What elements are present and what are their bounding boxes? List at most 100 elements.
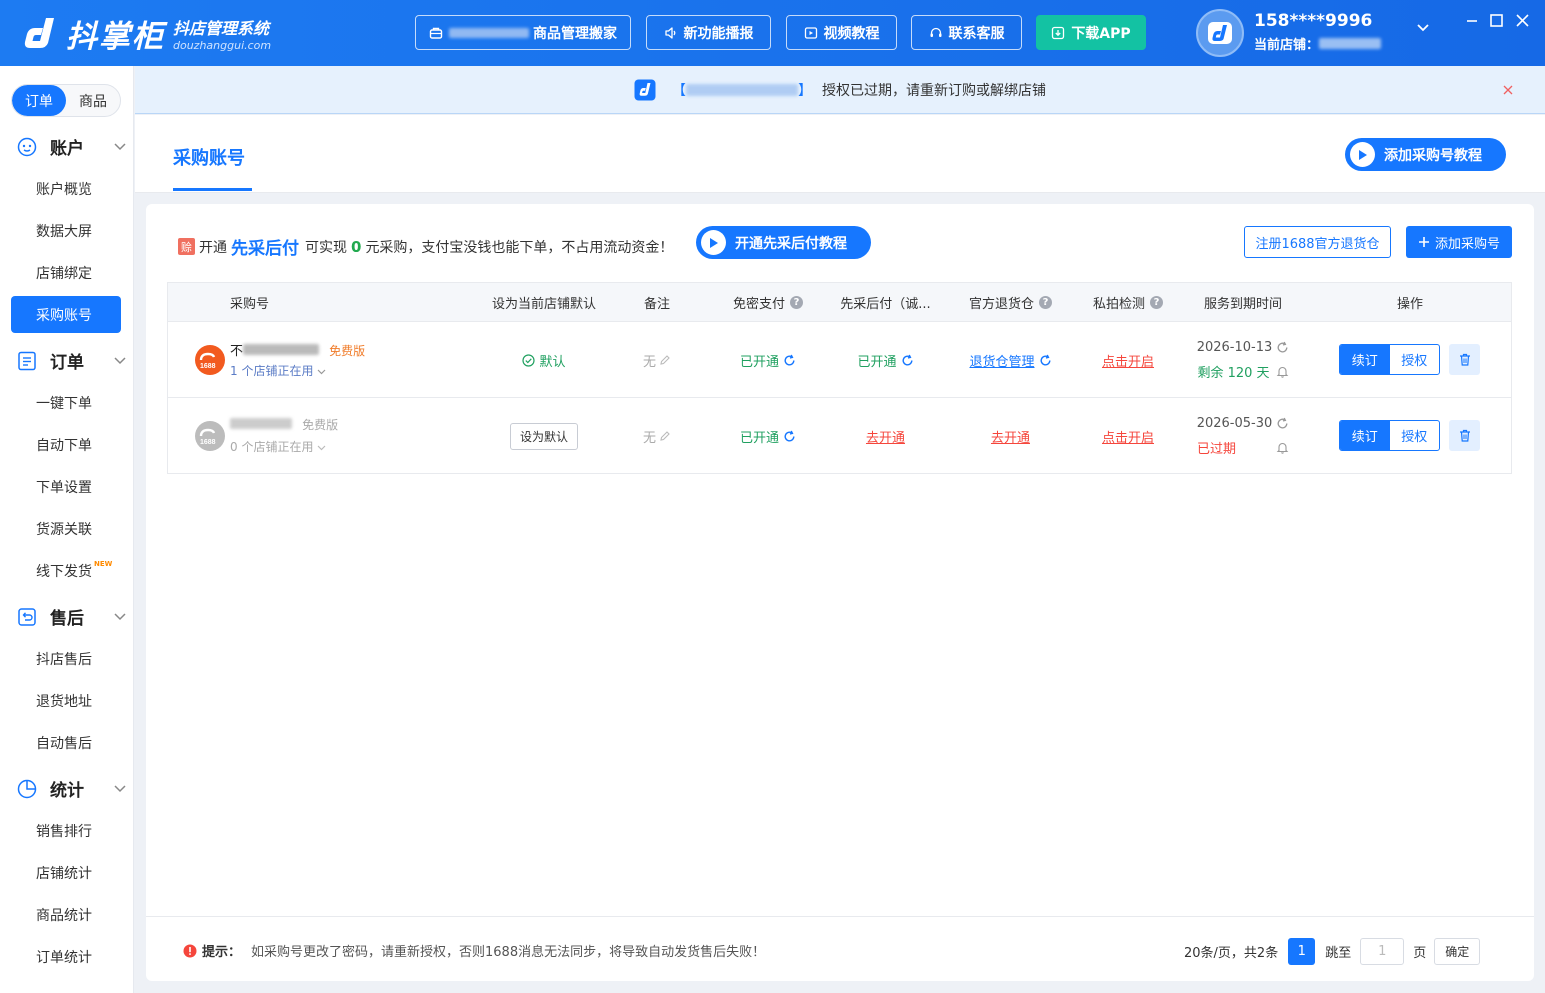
pay-later-promo: 赊 开通 先采后付 可实现 0 元采购，支付宝没钱也能下单，不占用流动资金！ <box>178 234 673 259</box>
sidebar-item-account-overview[interactable]: 账户概览 <box>11 170 121 207</box>
edit-icon[interactable] <box>659 430 671 442</box>
current-store: 当前店铺： <box>1254 34 1382 53</box>
promo-prefix: 开通 <box>199 239 227 256</box>
bell-icon[interactable] <box>1276 365 1289 378</box>
renew-auth-group: 续订 授权 <box>1339 344 1440 375</box>
add-account-tutorial-label: 添加采购号教程 <box>1384 147 1482 164</box>
jump-page-input[interactable]: 1 <box>1360 937 1405 965</box>
sidebar-group-aftersale-label: 售后 <box>50 609 84 629</box>
refresh-icon[interactable] <box>783 430 796 443</box>
sidebar-item-shop-aftersale[interactable]: 抖店售后 <box>11 640 121 677</box>
maximize-icon[interactable] <box>1490 14 1503 27</box>
play-icon <box>1350 142 1375 167</box>
jump-confirm-button[interactable]: 确定 <box>1434 937 1481 965</box>
logo-icon <box>18 13 62 53</box>
remark-cell[interactable]: 无 <box>631 322 683 398</box>
private-detect-cell: 点击开启 <box>1073 322 1183 398</box>
stores-using[interactable]: 1 个店铺正在用 <box>230 362 326 379</box>
remark-cell[interactable]: 无 <box>631 398 683 474</box>
sidebar-group-stats-label: 统计 <box>50 781 84 801</box>
authorize-button[interactable]: 授权 <box>1390 421 1440 450</box>
trash-icon <box>1459 429 1471 442</box>
sidebar-item-purchase-accounts[interactable]: 采购账号 <box>11 296 121 333</box>
sidebar-group-account[interactable]: 账户 <box>16 134 126 159</box>
store-icon <box>429 26 443 40</box>
sidebar-item-product-stats[interactable]: 商品统计 <box>11 896 121 933</box>
help-icon[interactable]: ? <box>790 296 803 309</box>
sidebar-item-offline-shipping[interactable]: 线下发货 NEW <box>11 552 121 589</box>
minimize-icon[interactable] <box>1466 14 1478 26</box>
sidebar-group-aftersale[interactable]: 售后 <box>16 604 126 629</box>
new-badge: NEW <box>94 559 113 568</box>
1688-logo-icon: 1688 <box>195 421 225 451</box>
order-list-icon <box>16 350 38 372</box>
renew-button[interactable]: 续订 <box>1340 421 1390 450</box>
tab-product[interactable]: 商品 <box>66 85 120 116</box>
contact-service-button[interactable]: 联系客服 <box>911 15 1022 50</box>
refresh-icon[interactable] <box>1276 417 1289 430</box>
help-icon[interactable]: ? <box>1150 296 1163 309</box>
account-name: 不 免费版 <box>230 340 365 359</box>
sidebar-item-one-click-order[interactable]: 一键下单 <box>11 384 121 421</box>
sidebar-item-order-settings[interactable]: 下单设置 <box>11 468 121 505</box>
set-default-button[interactable]: 设为默认 <box>509 422 578 450</box>
refresh-icon[interactable] <box>901 354 914 367</box>
sidebar-item-data-screen[interactable]: 数据大屏 <box>11 212 121 249</box>
sidebar-item-return-address[interactable]: 退货地址 <box>11 682 121 719</box>
return-warehouse-activate-link[interactable]: 去开通 <box>991 427 1030 446</box>
sidebar-item-sales-ranking[interactable]: 销售排行 <box>11 812 121 849</box>
sidebar-item-store-binding[interactable]: 店铺绑定 <box>11 254 121 291</box>
delete-button[interactable] <box>1449 344 1480 375</box>
store-logo-icon <box>634 79 656 101</box>
refresh-icon[interactable] <box>1039 354 1052 367</box>
password-free-pay-status: 已开通 <box>713 398 823 474</box>
stores-using[interactable]: 0 个店铺正在用 <box>230 438 326 455</box>
product-move-button[interactable]: 商品管理搬家 <box>415 15 631 50</box>
sidebar-item-auto-aftersale[interactable]: 自动售后 <box>11 724 121 761</box>
video-tutorial-button[interactable]: 视频教程 <box>786 15 897 50</box>
sidebar-item-store-stats[interactable]: 店铺统计 <box>11 854 121 891</box>
sidebar-item-auto-order[interactable]: 自动下单 <box>11 426 121 463</box>
edit-icon[interactable] <box>659 354 671 366</box>
svg-text:1688: 1688 <box>200 439 216 445</box>
pay-later-tutorial-button[interactable]: 开通先采后付教程 <box>696 226 871 259</box>
page-1-button[interactable]: 1 <box>1288 937 1316 965</box>
help-icon[interactable]: ? <box>1039 296 1052 309</box>
sidebar-item-order-stats[interactable]: 订单统计 <box>11 938 121 975</box>
top-bar: 抖掌柜 抖店管理系统 douzhanggui.com 商品管理搬家 新功能播报 … <box>0 0 1545 66</box>
edition-badge: 免费版 <box>302 418 339 432</box>
product-move-label: 商品管理搬家 <box>533 25 617 42</box>
play-icon <box>701 230 726 255</box>
private-detect-enable-link[interactable]: 点击开启 <box>1102 427 1154 446</box>
notice-close-icon[interactable] <box>1503 85 1513 95</box>
add-account-tutorial-button[interactable]: 添加采购号教程 <box>1345 138 1506 171</box>
pay-later-label: 已开通 <box>857 354 897 370</box>
sidebar-group-order[interactable]: 订单 <box>16 348 126 373</box>
tip-text: 如采购号更改了密码，请重新授权，否则1688消息无法同步，将导致自动发货售后失败… <box>251 945 766 960</box>
bell-icon[interactable] <box>1276 441 1289 454</box>
notice-text: 授权已过期，请重新订购或解绑店铺 <box>822 82 1046 99</box>
user-menu-chevron-icon[interactable] <box>1417 24 1429 32</box>
new-features-button[interactable]: 新功能播报 <box>646 15 771 50</box>
renew-button[interactable]: 续订 <box>1340 345 1390 374</box>
sidebar-item-source-link[interactable]: 货源关联 <box>11 510 121 547</box>
add-purchase-account-label: 添加采购号 <box>1434 236 1500 252</box>
main-card: 赊 开通 先采后付 可实现 0 元采购，支付宝没钱也能下单，不占用流动资金！ 开… <box>146 204 1534 981</box>
sidebar-group-stats[interactable]: 统计 <box>16 776 126 801</box>
warning-icon <box>183 944 197 958</box>
pay-later-activate-link[interactable]: 去开通 <box>866 427 905 446</box>
return-warehouse-manage-link[interactable]: 退货仓管理 <box>969 351 1034 370</box>
user-avatar[interactable] <box>1196 9 1244 57</box>
close-icon[interactable] <box>1516 14 1529 27</box>
refresh-icon[interactable] <box>1276 341 1289 354</box>
download-app-button[interactable]: 下载APP <box>1036 15 1146 50</box>
page-title[interactable]: 采购账号 <box>173 144 245 170</box>
add-purchase-account-button[interactable]: 添加采购号 <box>1406 226 1512 258</box>
register-1688-return-warehouse-button[interactable]: 注册1688官方退货仓 <box>1244 226 1391 258</box>
auth-expired-notice: 【 】 授权已过期，请重新订购或解绑店铺 <box>135 66 1545 114</box>
tab-order[interactable]: 订单 <box>12 85 66 116</box>
authorize-button[interactable]: 授权 <box>1390 345 1440 374</box>
private-detect-enable-link[interactable]: 点击开启 <box>1102 351 1154 370</box>
delete-button[interactable] <box>1449 420 1480 451</box>
refresh-icon[interactable] <box>783 354 796 367</box>
